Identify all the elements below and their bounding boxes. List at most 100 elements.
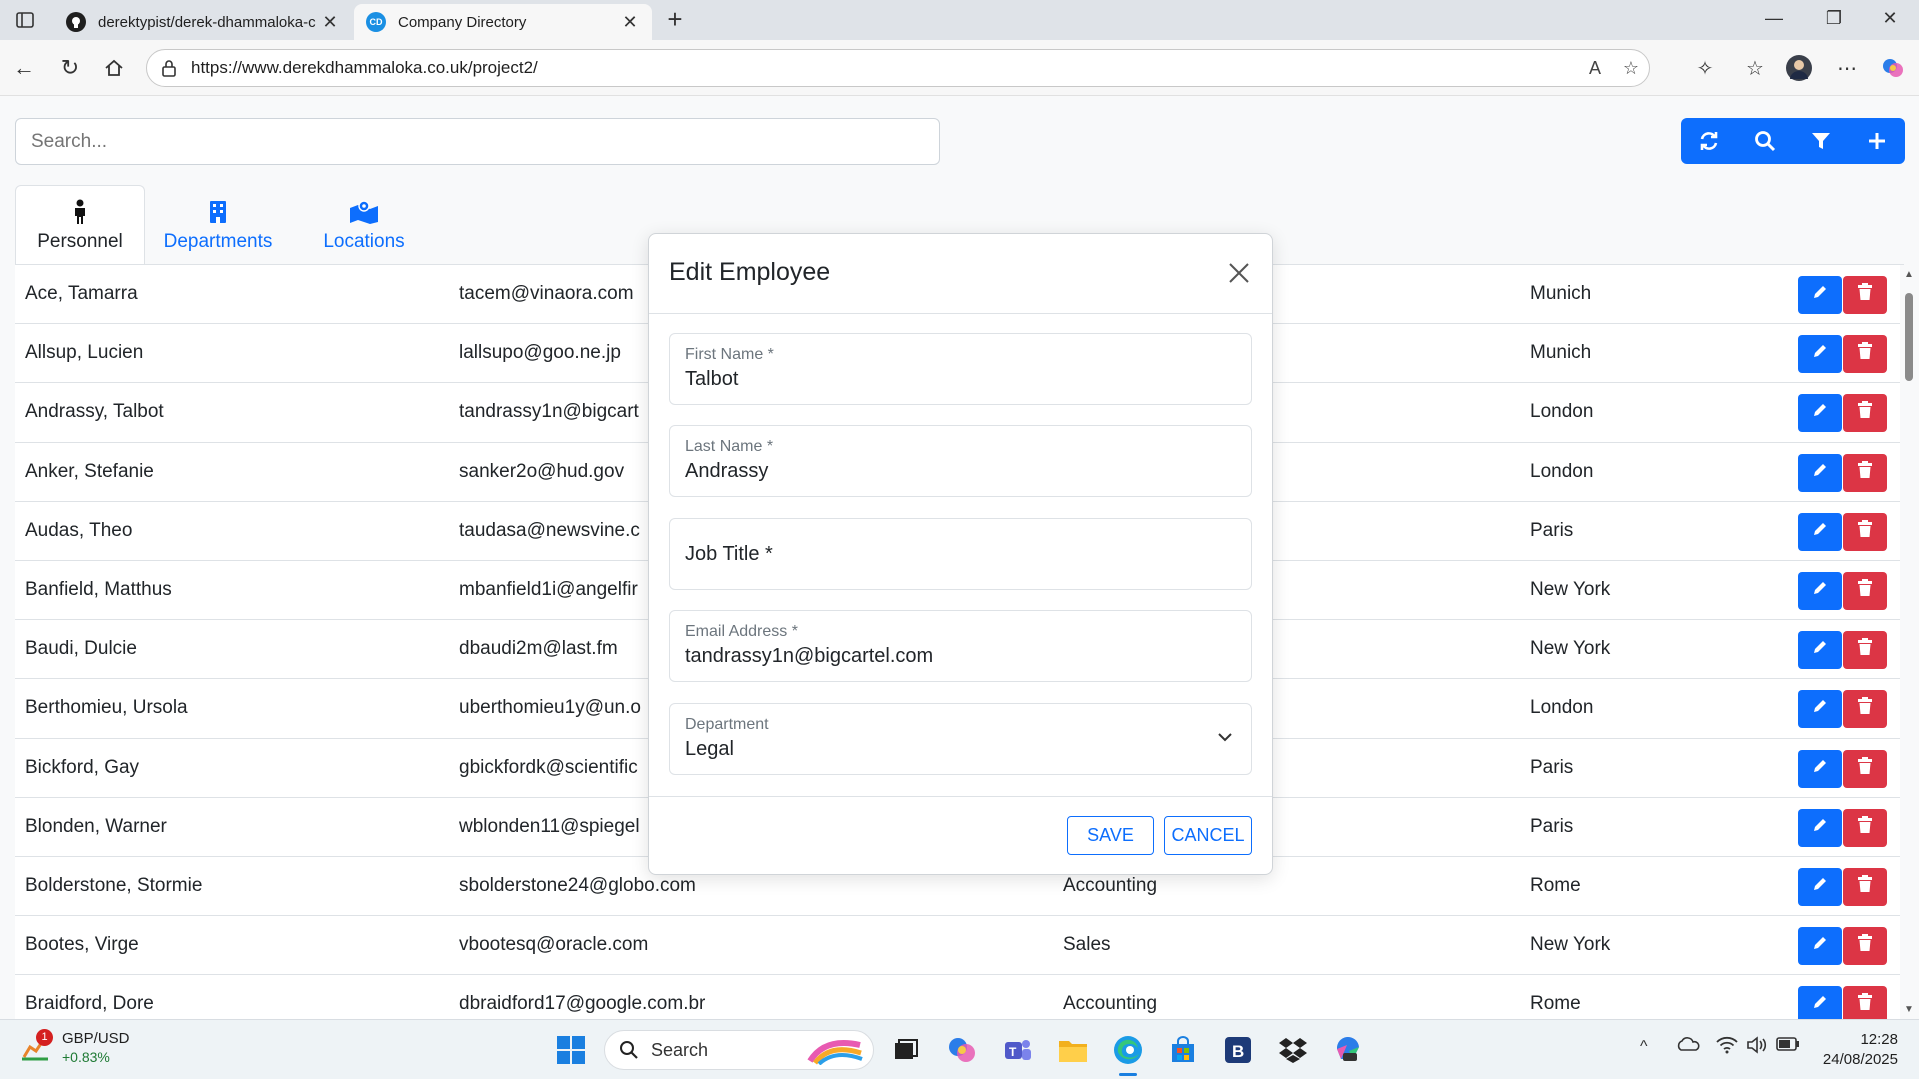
show-hidden-icons-icon[interactable]: ^: [1640, 1038, 1648, 1056]
delete-button[interactable]: [1843, 749, 1887, 788]
close-tab-icon[interactable]: ✕: [320, 12, 340, 33]
reload-icon[interactable]: ↻: [56, 54, 84, 82]
email-field[interactable]: Email Address * tandrassy1n@bigcartel.co…: [669, 610, 1252, 682]
more-options-icon[interactable]: ⋯: [1832, 54, 1862, 82]
extensions-icon[interactable]: ✧: [1690, 54, 1720, 82]
delete-button[interactable]: [1843, 867, 1887, 906]
pencil-icon: [1811, 875, 1829, 899]
scroll-down-icon[interactable]: ▼: [1904, 1004, 1914, 1015]
task-view-icon[interactable]: [888, 1032, 924, 1068]
favorite-star-icon[interactable]: ☆: [1613, 58, 1649, 79]
favorites-icon[interactable]: ☆: [1740, 54, 1770, 82]
trash-icon: [1857, 401, 1873, 425]
scroll-up-icon[interactable]: ▲: [1904, 269, 1914, 280]
last-name-field[interactable]: Last Name * Andrassy: [669, 425, 1252, 497]
tab-personnel[interactable]: Personnel: [15, 185, 145, 265]
search-input[interactable]: [15, 118, 940, 165]
save-button[interactable]: SAVE: [1067, 816, 1154, 855]
read-aloud-icon[interactable]: A: [1577, 58, 1613, 79]
tab-departments[interactable]: Departments: [145, 185, 291, 265]
employee-email: mbanfield1i@angelfir: [459, 578, 638, 600]
edit-button[interactable]: [1798, 690, 1842, 729]
filter-button[interactable]: [1793, 118, 1849, 164]
copilot-app-icon[interactable]: [944, 1032, 980, 1068]
browser-tab-company-directory[interactable]: CD Company Directory ✕: [354, 4, 652, 40]
svg-text:B: B: [1232, 1042, 1244, 1061]
scrollbar[interactable]: ▲ ▼: [1900, 265, 1919, 1019]
m365-icon[interactable]: [1330, 1032, 1366, 1068]
trash-icon: [1857, 934, 1873, 958]
search-highlight-icon: [807, 1040, 863, 1065]
employee-location: Paris: [1530, 756, 1574, 778]
edit-button[interactable]: [1798, 808, 1842, 847]
add-button[interactable]: [1849, 118, 1905, 164]
site-info-icon[interactable]: [161, 59, 183, 77]
edit-button[interactable]: [1798, 749, 1842, 788]
delete-button[interactable]: [1843, 571, 1887, 610]
back-icon[interactable]: ←: [10, 54, 38, 82]
address-bar[interactable]: https://www.derekdhammaloka.co.uk/projec…: [146, 49, 1650, 87]
delete-button[interactable]: [1843, 631, 1887, 670]
minimize-icon[interactable]: —: [1754, 8, 1794, 32]
start-menu-icon[interactable]: [553, 1032, 589, 1068]
restore-icon[interactable]: ❐: [1814, 8, 1854, 32]
search-button[interactable]: [1737, 118, 1793, 164]
delete-button[interactable]: [1843, 276, 1887, 314]
edit-button[interactable]: [1798, 453, 1842, 492]
edit-button[interactable]: [1798, 867, 1842, 906]
delete-button[interactable]: [1843, 690, 1887, 729]
edit-button[interactable]: [1798, 571, 1842, 610]
first-name-field[interactable]: First Name * Talbot: [669, 333, 1252, 405]
close-window-icon[interactable]: ✕: [1870, 8, 1910, 32]
wifi-icon[interactable]: [1716, 1036, 1738, 1059]
new-tab-icon[interactable]: +: [660, 6, 690, 34]
delete-button[interactable]: [1843, 927, 1887, 966]
plus-icon: [1869, 133, 1885, 149]
file-explorer-icon[interactable]: [1055, 1032, 1091, 1068]
delete-button[interactable]: [1843, 453, 1887, 492]
scrollbar-thumb[interactable]: [1905, 293, 1913, 381]
market-widget[interactable]: 1 GBP/USD +0.83%: [20, 1029, 130, 1067]
delete-button[interactable]: [1843, 512, 1887, 551]
field-value: Andrassy: [685, 460, 769, 482]
row-actions: [1798, 867, 1887, 906]
home-icon[interactable]: [100, 54, 128, 82]
employee-location: London: [1530, 460, 1594, 482]
battery-icon[interactable]: [1776, 1037, 1800, 1056]
row-actions: [1798, 927, 1887, 966]
browser-tab-github[interactable]: derektypist/derek-dhammaloka-c ✕: [54, 4, 352, 40]
job-title-field[interactable]: Job Title *: [669, 518, 1252, 590]
tab-label: Personnel: [37, 231, 123, 252]
onedrive-icon[interactable]: [1676, 1036, 1700, 1057]
delete-button[interactable]: [1843, 335, 1887, 374]
edit-button[interactable]: [1798, 512, 1842, 551]
taskbar-search[interactable]: Search: [604, 1030, 874, 1070]
volume-icon[interactable]: [1746, 1036, 1768, 1059]
sidebar-toggle-icon[interactable]: [10, 8, 40, 32]
delete-button[interactable]: [1843, 808, 1887, 847]
cancel-button[interactable]: CANCEL: [1164, 816, 1252, 855]
edit-button[interactable]: [1798, 394, 1842, 433]
close-icon[interactable]: [1224, 258, 1254, 288]
edit-button[interactable]: [1798, 927, 1842, 966]
edit-button[interactable]: [1798, 335, 1842, 374]
trash-icon: [1857, 993, 1873, 1017]
teams-icon[interactable]: T: [1000, 1032, 1036, 1068]
microsoft-store-icon[interactable]: [1165, 1032, 1201, 1068]
copilot-icon[interactable]: [1878, 54, 1908, 82]
edit-button[interactable]: [1798, 631, 1842, 670]
delete-button[interactable]: [1843, 394, 1887, 433]
system-clock[interactable]: 12:28 24/08/2025: [1818, 1030, 1898, 1070]
refresh-button[interactable]: [1681, 118, 1737, 164]
edit-button[interactable]: [1798, 276, 1842, 314]
tab-locations[interactable]: Locations: [291, 185, 437, 265]
delete-button[interactable]: [1843, 986, 1887, 1019]
profile-avatar[interactable]: [1784, 54, 1814, 82]
edge-browser-icon[interactable]: [1110, 1032, 1146, 1076]
employee-name: Audas, Theo: [25, 519, 133, 541]
department-select[interactable]: Department Legal: [669, 703, 1252, 775]
edit-button[interactable]: [1798, 986, 1842, 1019]
b-app-icon[interactable]: B: [1220, 1032, 1256, 1068]
dropbox-icon[interactable]: [1275, 1032, 1311, 1068]
close-tab-icon[interactable]: ✕: [620, 12, 640, 33]
